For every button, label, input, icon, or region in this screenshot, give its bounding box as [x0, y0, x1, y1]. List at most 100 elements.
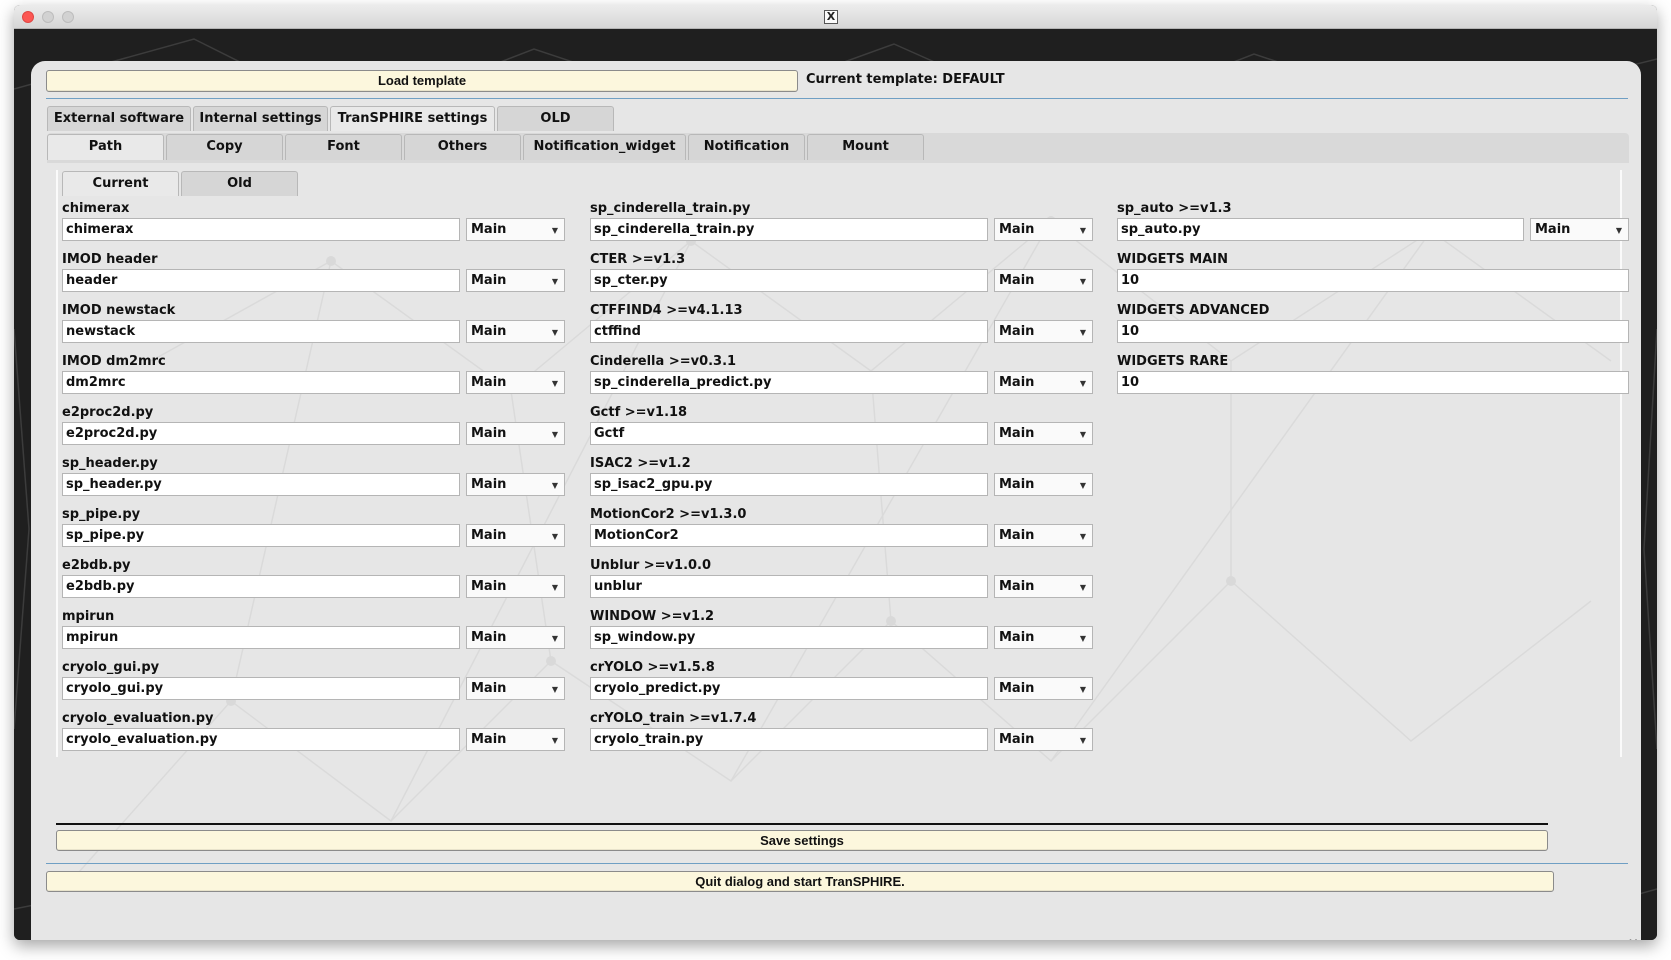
mode-select[interactable]: Main ▼	[994, 728, 1093, 751]
field-label: CTFFIND4 >=v4.1.13	[590, 303, 743, 318]
path-input[interactable]: sp_cinderella_train.py	[590, 218, 988, 241]
path-input[interactable]: sp_header.py	[62, 473, 460, 496]
field-label: WIDGETS MAIN	[1117, 252, 1228, 267]
mode-select-value: Main	[999, 630, 1035, 645]
path-input[interactable]: sp_window.py	[590, 626, 988, 649]
mode-select-value: Main	[471, 273, 507, 288]
minimize-window-button[interactable]	[42, 11, 54, 23]
mode-select[interactable]: Main ▼	[994, 473, 1093, 496]
maximize-window-button[interactable]	[62, 11, 74, 23]
mode-select[interactable]: Main ▼	[466, 269, 565, 292]
dropdown-arrow-icon: ▼	[1079, 328, 1086, 337]
mode-select-value: Main	[999, 477, 1035, 492]
field-label: e2bdb.py	[62, 558, 131, 573]
mode-select[interactable]: Main ▼	[466, 473, 565, 496]
widgets-rare-input[interactable]: 10	[1117, 371, 1629, 394]
mode-select-value: Main	[471, 528, 507, 543]
field-label: IMOD header	[62, 252, 158, 267]
mode-select-value: Main	[999, 375, 1035, 390]
dropdown-arrow-icon: ▼	[1079, 226, 1086, 235]
tab-transphire-settings[interactable]: TranSPHIRE settings	[330, 106, 495, 131]
field-label: mpirun	[62, 609, 115, 624]
tab-path[interactable]: Path	[47, 134, 164, 160]
path-input[interactable]: mpirun	[62, 626, 460, 649]
path-input[interactable]: sp_pipe.py	[62, 524, 460, 547]
close-window-button[interactable]	[22, 11, 34, 23]
mode-select-value: Main	[471, 324, 507, 339]
second-tab-bar: Path Copy Font Others Notification_widge…	[47, 134, 926, 160]
field-label: chimerax	[62, 201, 130, 216]
path-input[interactable]: newstack	[62, 320, 460, 343]
mode-select-value: Main	[1535, 222, 1571, 237]
top-tab-bar: External software Internal settings Tran…	[47, 106, 616, 131]
mode-select-value: Main	[471, 681, 507, 696]
widgets-advanced-input[interactable]: 10	[1117, 320, 1629, 343]
mode-select[interactable]: Main ▼	[994, 320, 1093, 343]
tab-copy[interactable]: Copy	[166, 134, 283, 160]
mode-select[interactable]: Main ▼	[466, 575, 565, 598]
path-input[interactable]: MotionCor2	[590, 524, 988, 547]
path-input[interactable]: cryolo_evaluation.py	[62, 728, 460, 751]
dropdown-arrow-icon: ▼	[551, 634, 558, 643]
path-input[interactable]: e2bdb.py	[62, 575, 460, 598]
dropdown-arrow-icon: ▼	[551, 328, 558, 337]
dropdown-arrow-icon: ▼	[1079, 532, 1086, 541]
path-input[interactable]: dm2mrc	[62, 371, 460, 394]
path-input[interactable]: cryolo_predict.py	[590, 677, 988, 700]
path-input[interactable]: header	[62, 269, 460, 292]
tab-font[interactable]: Font	[285, 134, 402, 160]
mode-select[interactable]: Main ▼	[994, 218, 1093, 241]
mode-select[interactable]: Main ▼	[1530, 218, 1629, 241]
tab-old[interactable]: OLD	[497, 106, 614, 131]
save-settings-button[interactable]: Save settings	[56, 830, 1548, 851]
path-input[interactable]: cryolo_train.py	[590, 728, 988, 751]
mode-select[interactable]: Main ▼	[994, 575, 1093, 598]
field-label: IMOD dm2mrc	[62, 354, 166, 369]
dropdown-arrow-icon: ▼	[1079, 277, 1086, 286]
tab-old-paths[interactable]: Old	[181, 171, 298, 196]
mode-select[interactable]: Main ▼	[466, 677, 565, 700]
mode-select[interactable]: Main ▼	[466, 524, 565, 547]
path-input[interactable]: sp_cter.py	[590, 269, 988, 292]
tab-notification[interactable]: Notification	[688, 134, 805, 160]
tab-current[interactable]: Current	[62, 171, 179, 196]
field-label: Cinderella >=v0.3.1	[590, 354, 737, 369]
tab-internal-settings[interactable]: Internal settings	[193, 106, 328, 131]
column-2: sp_cinderella_train.py sp_cinderella_tra…	[590, 199, 1093, 760]
mode-select[interactable]: Main ▼	[466, 218, 565, 241]
path-input[interactable]: sp_cinderella_predict.py	[590, 371, 988, 394]
mode-select[interactable]: Main ▼	[466, 626, 565, 649]
field-label: WINDOW >=v1.2	[590, 609, 715, 624]
mode-select-value: Main	[999, 324, 1035, 339]
field-label: Unblur >=v1.0.0	[590, 558, 712, 573]
mode-select[interactable]: Main ▼	[994, 269, 1093, 292]
tab-others[interactable]: Others	[404, 134, 521, 160]
tab-mount[interactable]: Mount	[807, 134, 924, 160]
resize-grip-icon[interactable]	[1626, 939, 1638, 940]
mode-select[interactable]: Main ▼	[994, 422, 1093, 445]
mode-select[interactable]: Main ▼	[994, 677, 1093, 700]
path-input[interactable]: chimerax	[62, 218, 460, 241]
path-input[interactable]: unblur	[590, 575, 988, 598]
mode-select[interactable]: Main ▼	[994, 524, 1093, 547]
tab-notification-widget[interactable]: Notification_widget	[523, 134, 686, 160]
mode-select-value: Main	[471, 426, 507, 441]
path-input[interactable]: cryolo_gui.py	[62, 677, 460, 700]
tab-external-software[interactable]: External software	[47, 106, 191, 131]
path-input[interactable]: ctffind	[590, 320, 988, 343]
quit-and-start-button[interactable]: Quit dialog and start TranSPHIRE.	[46, 871, 1554, 892]
widgets-main-input[interactable]: 10	[1117, 269, 1629, 292]
load-template-button[interactable]: Load template	[46, 70, 798, 92]
path-input[interactable]: e2proc2d.py	[62, 422, 460, 445]
dropdown-arrow-icon: ▼	[551, 685, 558, 694]
path-input[interactable]: sp_auto.py	[1117, 218, 1524, 241]
mode-select[interactable]: Main ▼	[994, 626, 1093, 649]
mode-select[interactable]: Main ▼	[466, 371, 565, 394]
path-input[interactable]: Gctf	[590, 422, 988, 445]
mode-select[interactable]: Main ▼	[466, 422, 565, 445]
field-label: cryolo_gui.py	[62, 660, 160, 675]
mode-select[interactable]: Main ▼	[466, 320, 565, 343]
path-input[interactable]: sp_isac2_gpu.py	[590, 473, 988, 496]
mode-select[interactable]: Main ▼	[466, 728, 565, 751]
mode-select[interactable]: Main ▼	[994, 371, 1093, 394]
